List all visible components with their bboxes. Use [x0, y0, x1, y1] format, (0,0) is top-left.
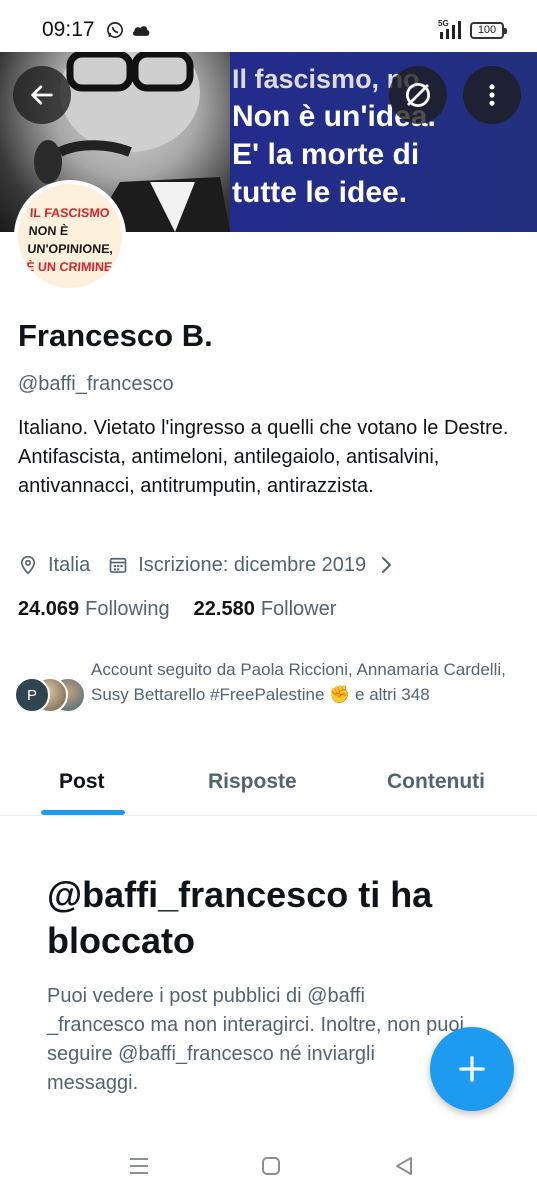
avatar-line-1: IL FASCISMO: [29, 206, 111, 220]
avatar-line-3: UN'OPINIONE,: [26, 242, 114, 256]
following-count: 24.069: [18, 598, 80, 620]
compose-post-button[interactable]: [430, 1027, 514, 1111]
menu-icon: [130, 1158, 148, 1174]
system-navigation-bar: [0, 1140, 537, 1199]
following-link[interactable]: 24.069 Following: [18, 598, 170, 621]
profile-avatar[interactable]: IL FASCISMO NON È UN'OPINIONE, È UN CRIM…: [14, 180, 126, 292]
tab-post[interactable]: Post: [59, 770, 105, 794]
tab-risposte[interactable]: Risposte: [208, 770, 297, 794]
profile-handle: @baffi_francesco: [18, 373, 174, 395]
network-label: 5G: [438, 19, 449, 28]
tab-contenuti[interactable]: Contenuti: [387, 770, 485, 794]
following-label: Following: [85, 598, 170, 620]
plus-icon: [459, 1056, 485, 1082]
banner-line-3: E' la morte di: [232, 138, 420, 171]
profile-tabs: Post Risposte Contenuti: [0, 752, 537, 816]
profile-location: Italia: [48, 553, 91, 576]
calendar-icon: [109, 557, 127, 573]
blocked-title: @baffi_francesco ti ha bloccato: [47, 874, 433, 961]
status-bar: 09:17 5G 100: [0, 0, 537, 52]
chevron-right-icon[interactable]: [380, 555, 394, 575]
recent-apps-button[interactable]: [127, 1154, 151, 1178]
more-vertical-icon: [489, 84, 495, 106]
no-entry-icon: [406, 83, 430, 107]
profile-join-date: Iscrizione: dicembre 2019: [138, 553, 367, 576]
whatsapp-icon: [107, 22, 123, 38]
followed-by-avatars: P: [14, 677, 86, 713]
banner-line-4: tutte le idee.: [232, 176, 408, 209]
follow-counts: 24.069 Following 22.580 Follower: [18, 598, 336, 621]
followed-by-text: Account seguito da Paola Riccioni, Annam…: [91, 660, 506, 704]
blocked-description: Puoi vedere i post pubblici di @baffi _f…: [47, 985, 464, 1094]
blocked-status-button[interactable]: [389, 66, 447, 124]
more-options-button[interactable]: [463, 66, 521, 124]
followers-label: Follower: [260, 598, 337, 620]
profile-bio: Italiano. Vietato l'ingresso a quelli ch…: [18, 417, 509, 497]
back-nav-button[interactable]: [392, 1154, 416, 1178]
avatar-badge-text: IL FASCISMO NON È UN'OPINIONE, È UN CRIM…: [25, 204, 122, 276]
follow-spacer: [170, 598, 194, 621]
profile-name: Francesco B.: [18, 318, 213, 353]
arrow-left-icon: [31, 85, 53, 105]
location-pin-icon: [20, 555, 36, 575]
profile-meta: Italia Iscrizione: dicembre 2019: [18, 551, 394, 579]
followers-link[interactable]: 22.580 Follower: [194, 598, 337, 621]
back-button[interactable]: [13, 66, 71, 124]
avatar-line-4: È UN CRIMINE: [25, 260, 113, 274]
back-triangle-icon: [396, 1157, 412, 1175]
followers-count: 22.580: [193, 598, 255, 620]
cloud-icon: [132, 26, 150, 36]
home-square-icon: [262, 1157, 280, 1175]
signal-icon: 5G: [438, 19, 461, 39]
battery-icon: 100: [470, 22, 507, 39]
home-button[interactable]: [259, 1154, 283, 1178]
status-time: 09:17: [42, 18, 95, 41]
active-tab-indicator: [41, 810, 125, 815]
follower-avatar-p: P: [14, 677, 50, 713]
avatar-line-2: NON È: [28, 224, 69, 238]
